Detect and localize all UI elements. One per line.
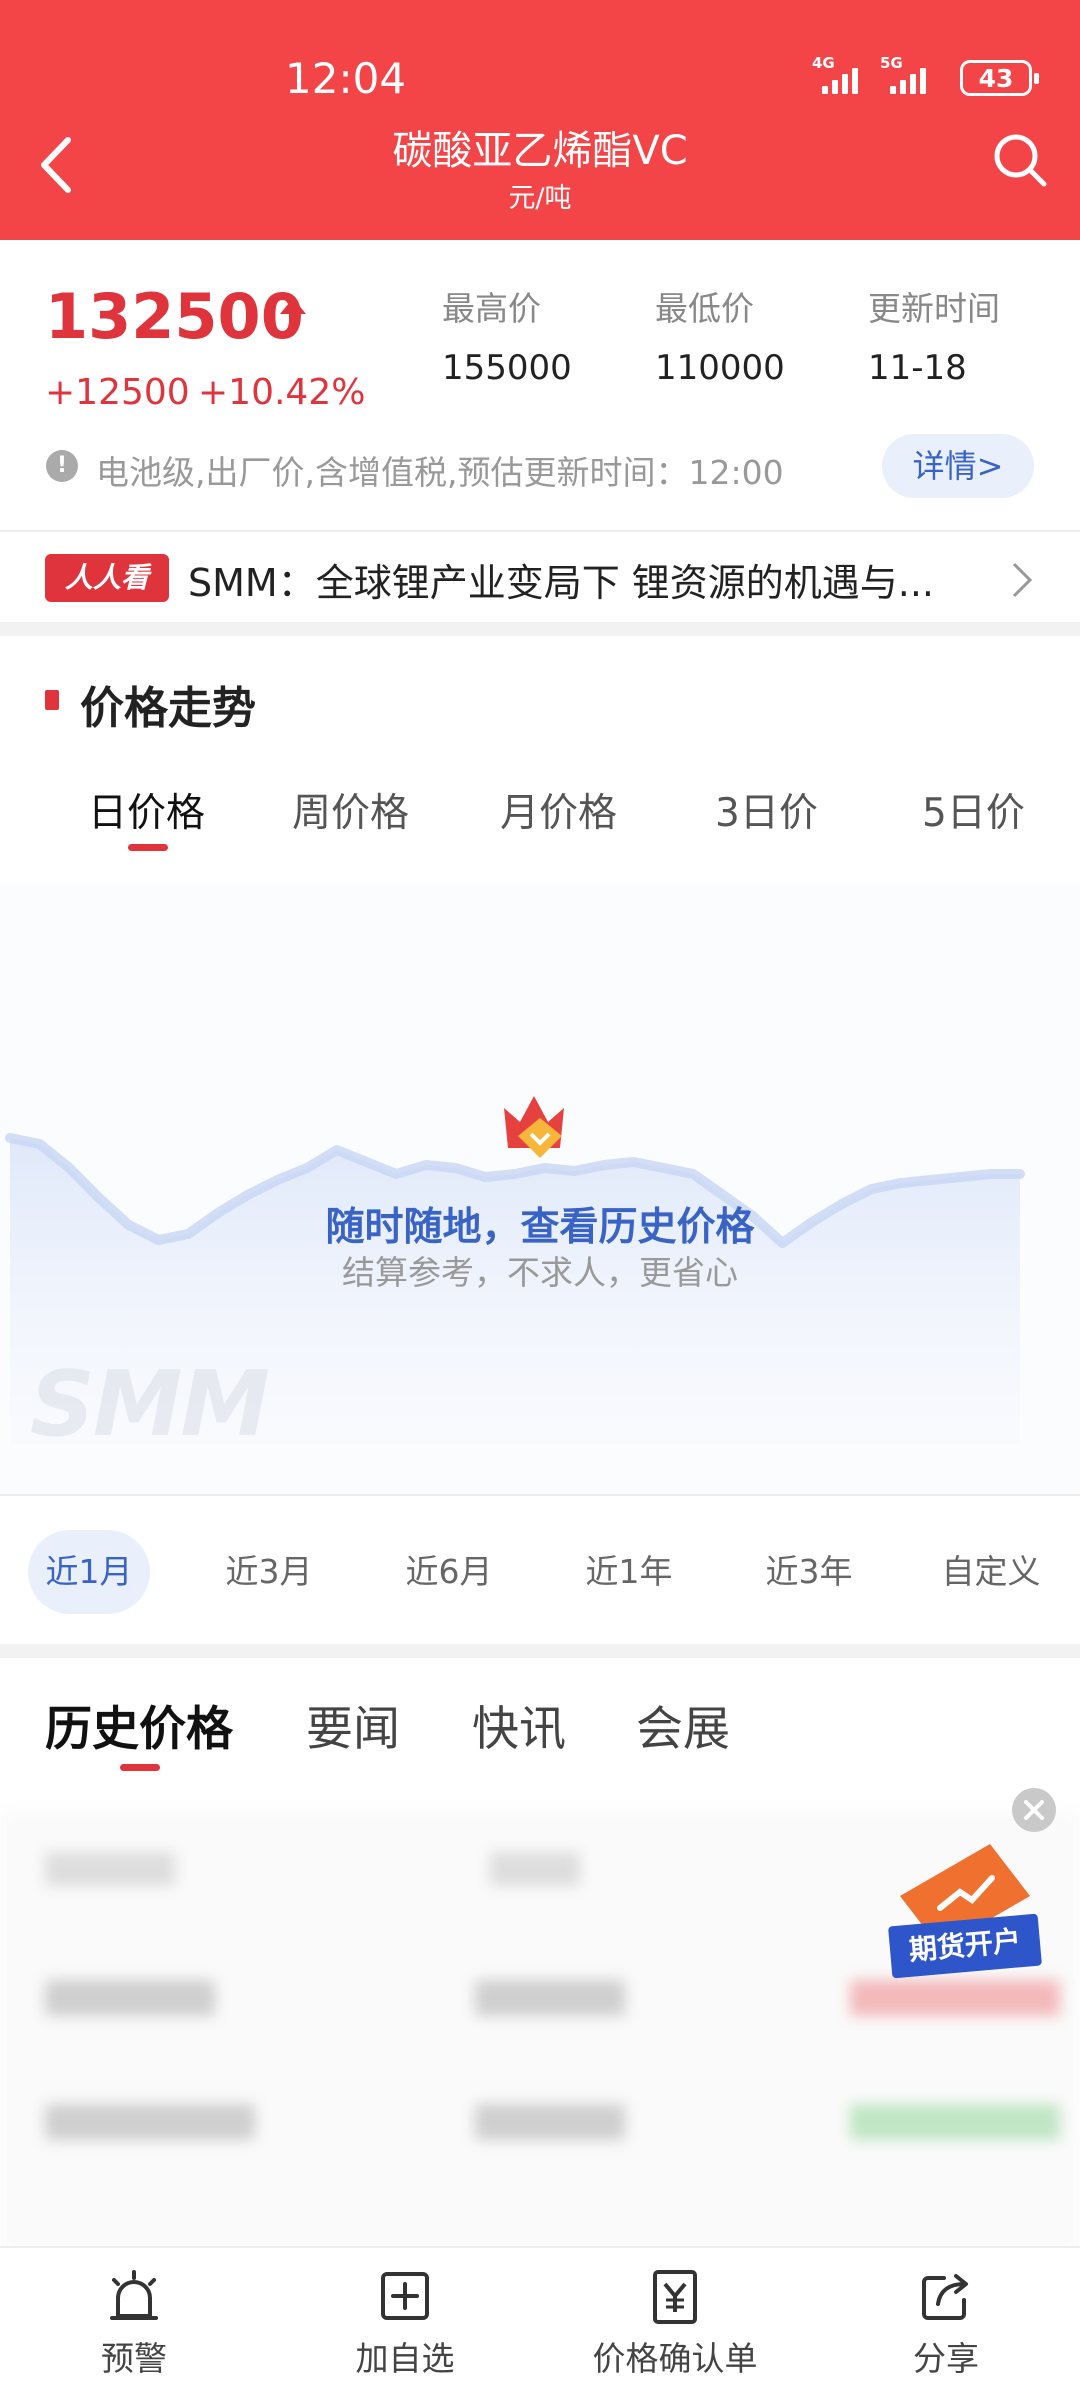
section-title: 价格走势 [80, 683, 256, 734]
price-receipt-icon [653, 2270, 697, 2324]
section-marker [45, 690, 59, 710]
status-time: 12:04 [285, 54, 407, 103]
range-6-months[interactable]: 近6月 [388, 1530, 510, 1614]
page-title: 碳酸亚乙烯酯VC [392, 128, 688, 174]
detail-button[interactable]: 详情> [882, 434, 1034, 498]
tab-news[interactable]: 要闻 [306, 1690, 400, 1759]
divider [0, 530, 1080, 532]
price-receipt-button[interactable]: 价格确认单 [575, 2266, 775, 2380]
update-time-value: 11-18 [868, 348, 967, 388]
add-watchlist-icon [381, 2272, 429, 2320]
history-promo-subtitle: 结算参考，不求人，更省心 [342, 1253, 738, 1292]
alarm-icon [110, 2270, 158, 2320]
add-watchlist-label: 加自选 [355, 2339, 455, 2378]
section-divider [0, 622, 1080, 636]
update-time-label: 更新时间 [868, 289, 1000, 328]
add-watchlist-button[interactable]: 加自选 [305, 2266, 505, 2380]
info-icon: ! [46, 450, 78, 482]
tab-flash[interactable]: 快讯 [472, 1690, 566, 1759]
tab-weekly-price[interactable]: 周价格 [292, 782, 409, 838]
price-note: 电池级,出厂价,含增值税,预估更新时间：12:00 [96, 453, 784, 492]
range-3-years[interactable]: 近3年 [748, 1530, 870, 1614]
high-price-label: 最高价 [442, 289, 541, 328]
share-button[interactable]: 分享 [846, 2266, 1046, 2380]
divider [0, 1494, 1080, 1496]
active-tab-indicator [128, 844, 168, 851]
share-label: 分享 [913, 2339, 979, 2378]
low-price-value: 110000 [655, 348, 785, 388]
tab-daily-price[interactable]: 日价格 [88, 782, 205, 838]
high-price-value: 155000 [442, 348, 572, 388]
range-1-month[interactable]: 近1月 [28, 1530, 150, 1614]
up-arrow-icon [280, 298, 306, 330]
signal-4g-icon: 4G [812, 54, 858, 94]
history-promo-title[interactable]: 随时随地，查看历史价格 [0, 1196, 1080, 1252]
bottom-action-bar: 预警 加自选 价格确认单 分享 [0, 2246, 1080, 2400]
range-1-year[interactable]: 近1年 [568, 1530, 690, 1614]
battery-icon: 43 [960, 60, 1039, 96]
section-divider [0, 1644, 1080, 1658]
tab-history-price[interactable]: 历史价格 [45, 1690, 233, 1759]
search-icon[interactable] [990, 130, 1050, 190]
alert-button[interactable]: 预警 [34, 2266, 234, 2380]
news-headline[interactable]: SMM：全球锂产业变局下 锂资源的机遇与... [188, 552, 988, 607]
share-icon [922, 2274, 968, 2320]
signal-5g-icon: 5G [880, 54, 926, 94]
range-3-months[interactable]: 近3月 [208, 1530, 330, 1614]
app-header: 12:04 4G 5G 43 碳酸亚乙烯酯VC 元/吨 [0, 0, 1080, 240]
alert-label: 预警 [101, 2339, 167, 2378]
low-price-label: 最低价 [655, 289, 754, 328]
tab-exhibitions[interactable]: 会展 [636, 1690, 730, 1759]
watermark-logo: SMM [30, 1352, 270, 1457]
range-custom[interactable]: 自定义 [928, 1530, 1054, 1614]
current-price: 132500 [45, 280, 304, 353]
close-icon [1024, 1800, 1044, 1820]
news-badge: 人人看 [45, 554, 169, 602]
price-receipt-label: 价格确认单 [592, 2339, 758, 2378]
tab-monthly-price[interactable]: 月价格 [500, 782, 617, 838]
crown-icon [504, 1096, 564, 1158]
tab-3day-price[interactable]: 3日价 [715, 782, 818, 838]
price-change: +12500 [45, 372, 190, 413]
tab-5day-price[interactable]: 5日价 [922, 782, 1025, 838]
chevron-right-icon[interactable] [1010, 560, 1034, 600]
price-change-percent: +10.42% [198, 372, 366, 413]
close-ad-button[interactable] [1012, 1788, 1056, 1832]
page-unit: 元/吨 [508, 183, 572, 214]
active-tab-indicator [120, 1764, 160, 1771]
